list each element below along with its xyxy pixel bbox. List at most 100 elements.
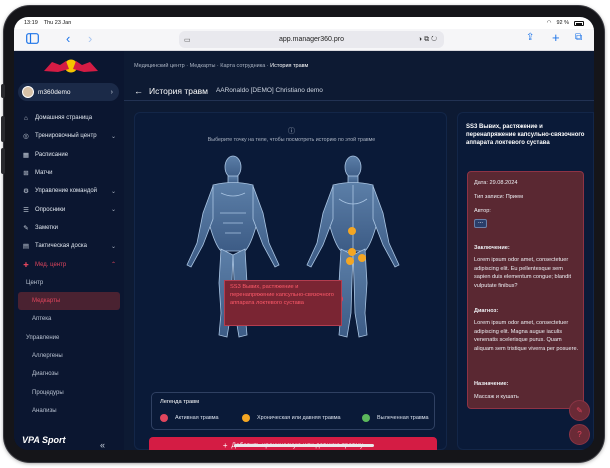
injury-tooltip: SS3 Вывих, растяжение и перенапряжение к… [224,280,342,326]
injury-legend: Легенда травм Активная травма Хроническа… [151,392,435,430]
nav-group-center: Центр [14,274,124,292]
share-icon[interactable]: ⇪ [526,32,534,43]
nav-item-medcards[interactable]: Медкарты [18,291,120,311]
conclusion-text: Lorem ipsum odor amet, consectetuer adip… [474,257,572,289]
legend-label: Активная травма [175,415,219,421]
nav-item-procedures[interactable]: Процедуры [14,383,124,401]
nav-group-management: Управление [14,329,124,347]
back-arrow-icon[interactable]: ← [134,86,143,96]
address-bar[interactable]: ▭ app.manager360.pro ◑⧉↻ [179,31,444,48]
author-button[interactable]: ... [474,219,487,228]
status-bar: 13:19 Thu 23 Jan ◠ 92 % [14,17,594,29]
survey-icon: ☰ [23,206,29,214]
tactics-icon: ▤ [22,243,30,251]
battery-icon [574,20,584,26]
user-menu[interactable]: m360demo › [18,83,119,101]
page-header: ← История травм AARonaldo [DEMO] Christi… [124,81,594,101]
breadcrumb: Медицинский центр · Медкарты · Карта сот… [134,63,309,69]
nav-group-label: Центр [26,279,44,286]
nav-item-tactics[interactable]: ▤ Тактическая доска ⌄ [14,237,124,255]
record-card: Дата: 29.08.2024 Тип записи: Прием Автор… [467,171,584,409]
breadcrumb-item[interactable]: Медицинский центр [134,63,185,69]
body-map-panel: ⓘ Выберите точку на теле, чтобы посмотре… [134,112,447,450]
battery-percent: 92 % [556,20,569,26]
legend-label: Хроническая или давняя травма [257,415,341,421]
nav-item-surveys[interactable]: ☰ Опросники ⌄ [14,200,124,218]
nav-label: Аллергены [32,353,63,359]
back-icon[interactable]: ‹ [66,31,70,46]
nav-label: Тренировочный центр [35,133,97,140]
tabs-overview-icon[interactable]: ⧉ [575,32,582,43]
breadcrumb-item[interactable]: Медкарты [190,63,216,69]
forward-icon[interactable]: › [88,31,92,46]
nav-label: Заметки [35,224,58,231]
browser-toolbar: ‹ › ▭ app.manager360.pro ◑⧉↻ ⇪ + ⧉ [14,29,594,51]
body-map-hint: ⓘ Выберите точку на теле, чтобы посмотре… [135,126,448,143]
legend-item: Вылеченная травма [362,414,429,422]
user-name: m360demo [38,88,71,96]
nav-item-team[interactable]: ⚙ Управление командой ⌄ [14,182,124,200]
tablet-frame: 13:19 Thu 23 Jan ◠ 92 % ‹ › ▭ app.manage… [1,6,604,462]
nav-item-matches[interactable]: ⊞ Матчи [14,164,124,182]
prescription-text: Массаж и кушать [474,394,519,400]
nav-label: Тактическая доска [35,243,87,250]
prescription-label: Назначение: [474,381,509,387]
help-fab-icon[interactable]: ? [569,424,590,445]
avatar [22,86,34,98]
record-type: Тип записи: Прием [474,194,523,200]
screen: 13:19 Thu 23 Jan ◠ 92 % ‹ › ▭ app.manage… [14,17,594,450]
injury-point[interactable] [346,257,354,265]
injury-point[interactable] [348,227,356,235]
nav-item-analyses[interactable]: Анализы [14,402,124,420]
nav-item-medical[interactable]: ✚ Мед. центр ⌃ [14,255,124,273]
diagnosis-label: Диагноз: [474,308,499,314]
nav-item-schedule[interactable]: ▦ Расписание [14,146,124,164]
wifi-icon: ◠ [546,20,552,26]
legend-title: Легенда травм [160,399,200,405]
nav-item-allergens[interactable]: Аллергены [14,347,124,365]
author-label: Автор: [474,208,491,214]
nav-label: Управление командой [35,188,98,195]
page-title: История травм [149,85,208,96]
nav-item-notes[interactable]: ✎ Заметки [14,219,124,237]
calendar-icon: ▦ [22,151,30,159]
team-icon: ⚙ [23,188,29,196]
nav-label: Процедуры [32,389,64,396]
training-icon: ◎ [23,133,29,141]
chronic-injury-dot-icon [242,414,250,422]
nav-item-diagnoses[interactable]: Диагнозы [14,365,124,383]
chevron-up-icon: ⌃ [110,262,116,269]
nav-group-label: Управление [26,334,60,341]
sidebar-toggle-icon[interactable] [26,33,39,47]
chevron-down-icon: ⌄ [110,188,116,195]
nav-item-pharmacy[interactable]: Аптека [14,310,124,328]
injury-point[interactable] [358,254,366,262]
nav-label: Опросники [35,206,66,213]
club-logo [44,59,98,73]
active-injury-dot-icon [160,414,168,422]
chevron-right-icon: › [110,88,113,96]
chevron-down-icon: ⌄ [110,207,116,214]
page-subtitle: AARonaldo [DEMO] Christiano demo [215,87,323,94]
sidebar: m360demo › ⌂ Домашняя страница ◎ Тренирово… [14,51,124,450]
home-indicator [234,444,374,447]
collapse-sidebar-icon[interactable]: « [100,440,105,450]
nav-label: Аптека [32,316,52,323]
breadcrumb-item[interactable]: Карта сотрудника [220,63,265,69]
chevron-down-icon: ⌄ [110,243,116,250]
status-time: 13:19 [24,20,38,26]
nav-item-home[interactable]: ⌂ Домашняя страница [14,109,124,127]
vpa-logo: VPA Sport [22,435,66,445]
reload-icon[interactable]: ◑⧉↻ [418,36,439,44]
breadcrumb-current: История травм [270,63,309,69]
nav-label: Мед. центр [35,261,67,268]
injury-point[interactable] [348,248,356,256]
edit-fab-icon[interactable]: ✎ [569,400,590,421]
medical-icon: ✚ [23,261,29,269]
nav-item-training[interactable]: ◎ Тренировочный центр ⌄ [14,127,124,145]
legend-label: Вылеченная травма [377,415,429,421]
tabs-icon: ▭ [184,36,191,44]
diagnosis-text: Lorem ipsum odor amet, consectetuer adip… [474,320,579,352]
new-tab-icon[interactable]: + [552,30,560,45]
chevron-down-icon: ⌄ [110,133,116,140]
